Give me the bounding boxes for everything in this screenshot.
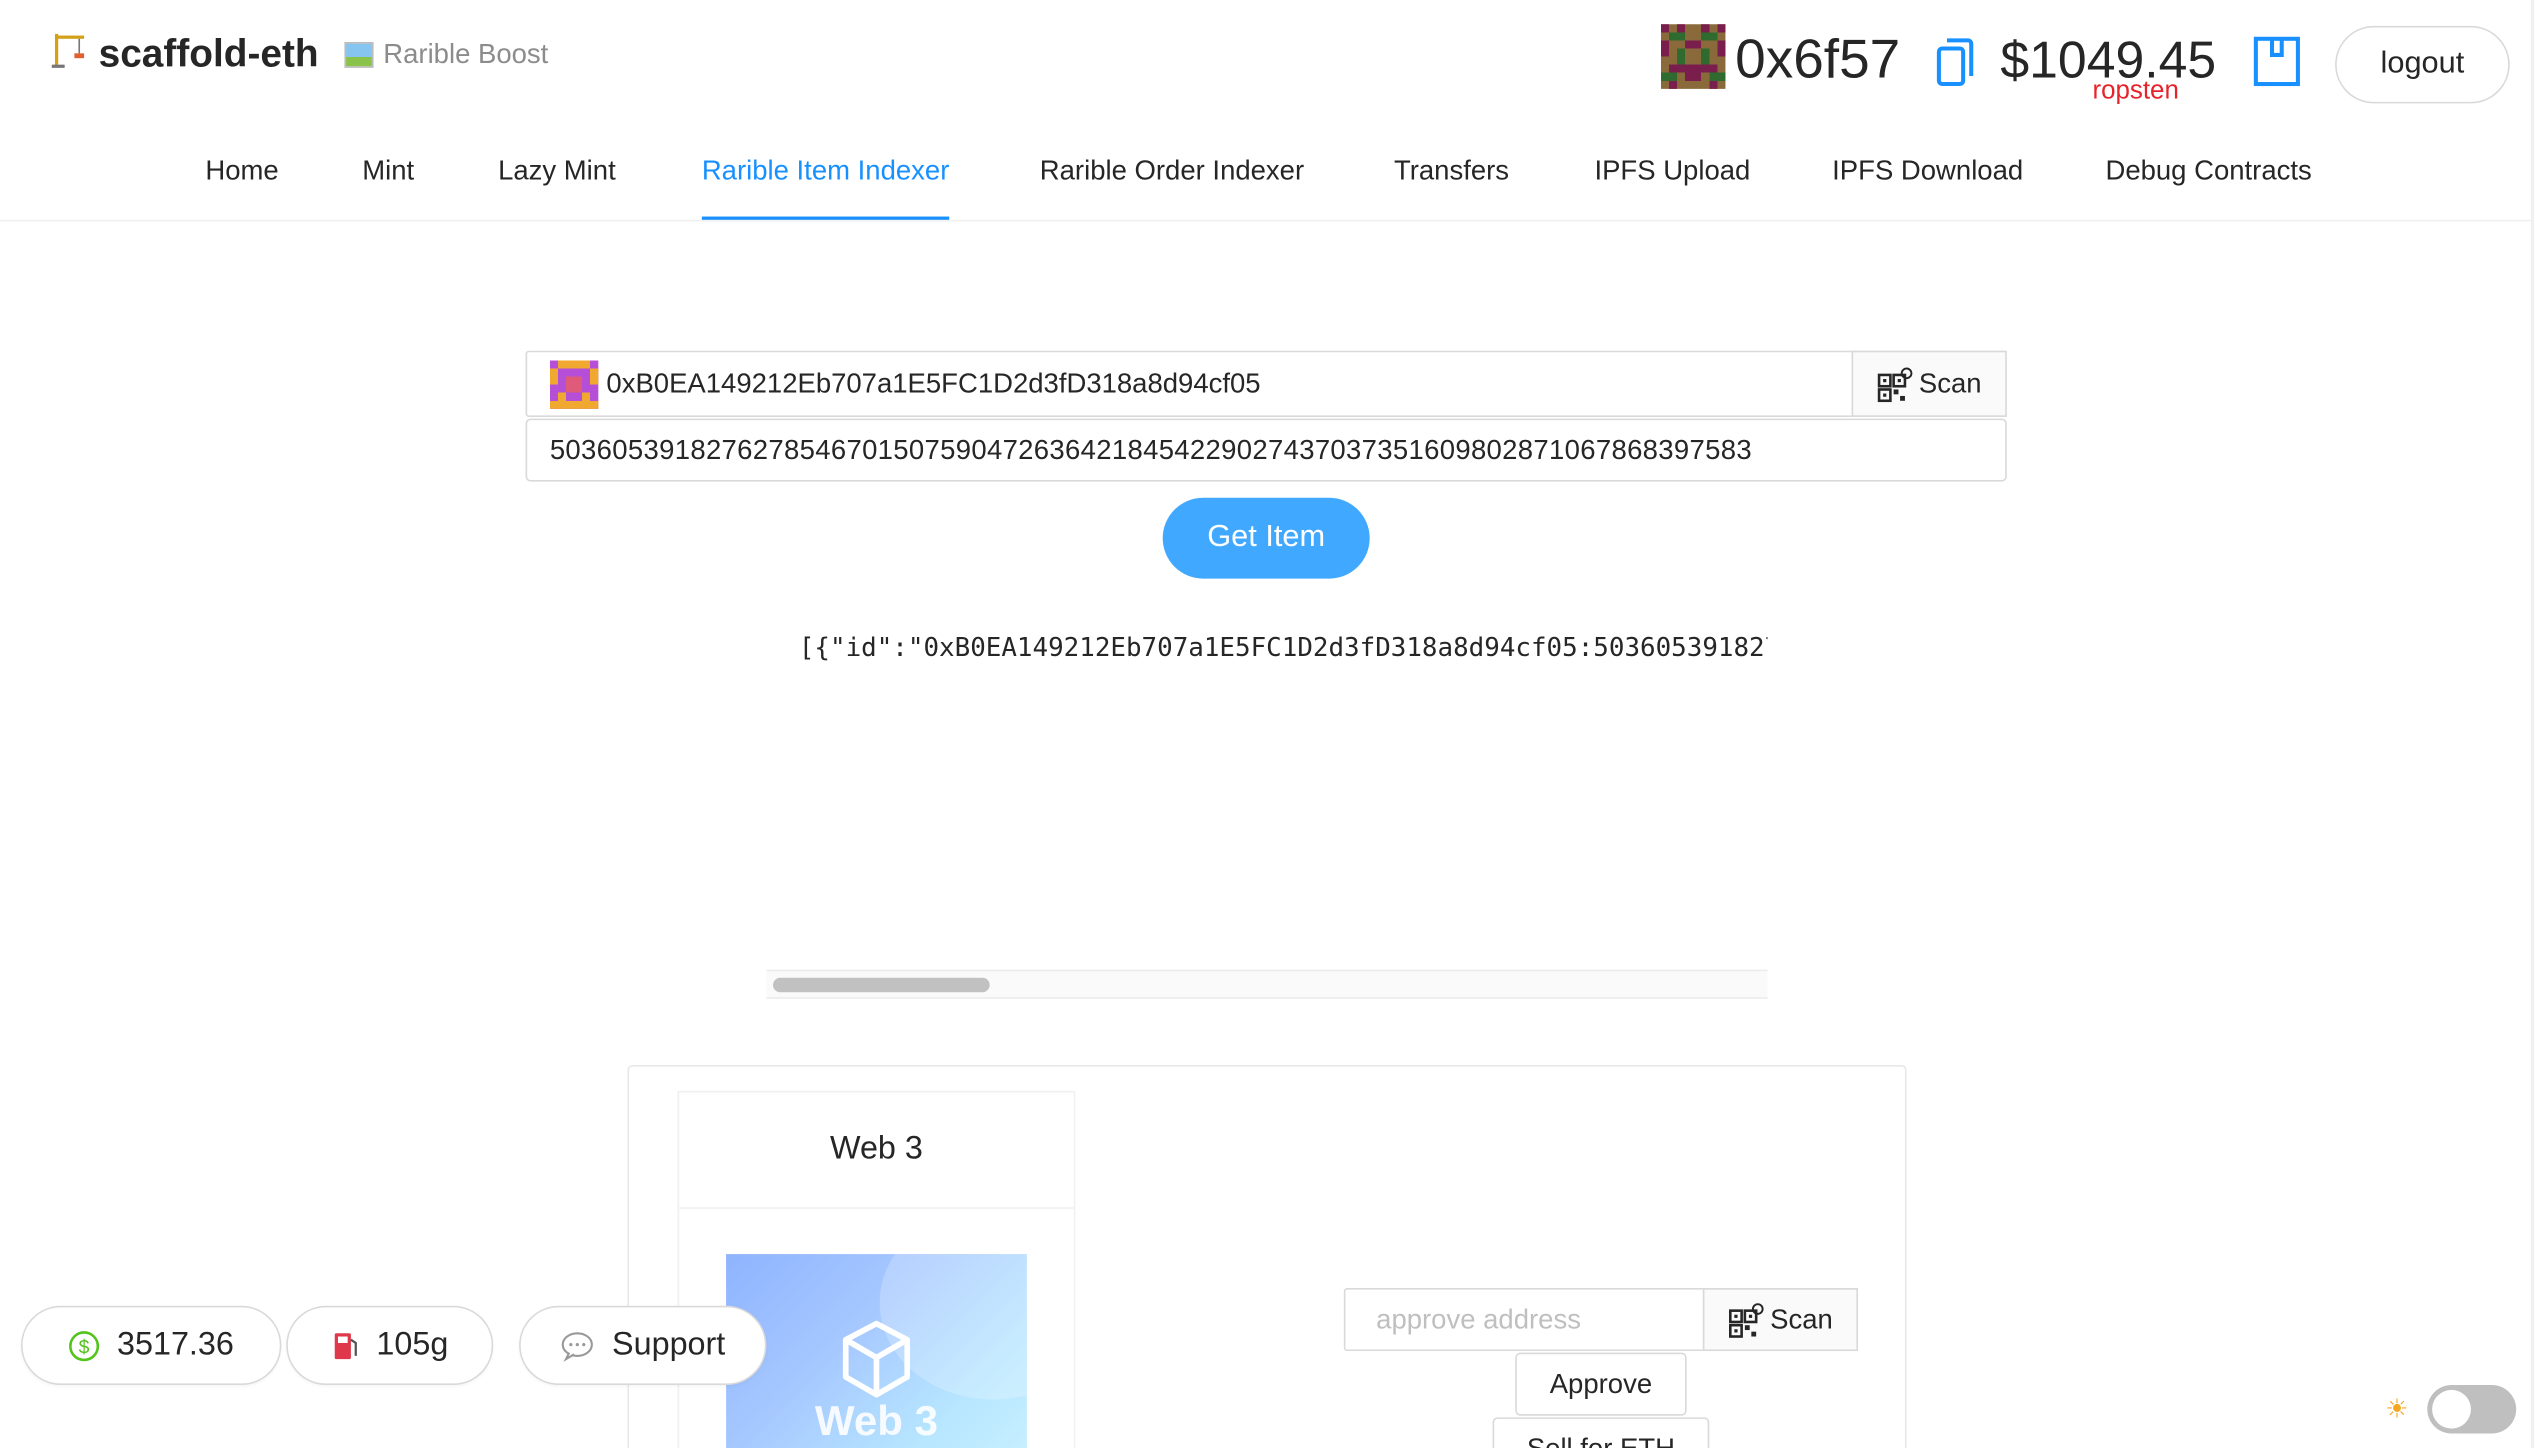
tab-rarible-order-indexer[interactable]: Rarible Order Indexer bbox=[1040, 136, 1304, 220]
sell-for-eth-button[interactable]: Sell for ETH bbox=[1492, 1417, 1710, 1448]
gas-price: 105g bbox=[376, 1326, 449, 1363]
qr-scan-icon bbox=[1728, 1302, 1764, 1337]
get-item-button[interactable]: Get Item bbox=[1162, 497, 1370, 579]
theme-toggle[interactable] bbox=[2427, 1384, 2517, 1434]
item-image: Web 3 bbox=[726, 1254, 1027, 1448]
address-blockie bbox=[549, 360, 599, 409]
tab-lazy-mint[interactable]: Lazy Mint bbox=[498, 136, 616, 220]
account-address[interactable]: 0x6f57 bbox=[1735, 24, 1900, 95]
copy-icon[interactable] bbox=[1934, 34, 1976, 89]
main-nav: Home Mint Lazy Mint Rarible Item Indexer… bbox=[0, 136, 2534, 222]
tab-home[interactable]: Home bbox=[205, 136, 278, 220]
app-subtitle: Rarible Boost bbox=[344, 39, 548, 71]
crane-icon bbox=[50, 31, 89, 79]
network-label: ropsten bbox=[2092, 77, 2179, 106]
approve-scan-label: Scan bbox=[1770, 1303, 1833, 1335]
wallet-icon[interactable] bbox=[2253, 36, 2302, 88]
tab-rarible-item-indexer[interactable]: Rarible Item Indexer bbox=[701, 136, 950, 220]
item-json-output: [{"id":"0xB0EA149212Eb707a1E5FC1D2d3fD31… bbox=[798, 631, 1768, 663]
item-card-title: Web 3 bbox=[679, 1092, 1074, 1209]
support-button[interactable]: Support bbox=[519, 1305, 767, 1385]
toggle-knob bbox=[2432, 1389, 2471, 1429]
app-subtitle-text: Rarible Boost bbox=[383, 38, 549, 70]
qr-scan-icon bbox=[1877, 366, 1912, 402]
scan-button[interactable]: Scan bbox=[1851, 350, 2007, 417]
brand[interactable]: scaffold-eth Rarible Boost bbox=[50, 32, 548, 77]
logout-button[interactable]: logout bbox=[2335, 25, 2510, 104]
app-title: scaffold-eth bbox=[98, 32, 319, 76]
tab-mint[interactable]: Mint bbox=[362, 136, 414, 220]
token-id-input[interactable]: 5036053918276278546701507590472636421845… bbox=[525, 418, 2007, 482]
speech-bubble-icon bbox=[560, 1329, 596, 1362]
scrollbar-thumb[interactable] bbox=[772, 977, 990, 993]
dollar-icon: $ bbox=[68, 1329, 100, 1361]
eth-price-button[interactable]: $ 3517.36 bbox=[21, 1305, 282, 1385]
tab-transfers[interactable]: Transfers bbox=[1394, 136, 1509, 220]
tab-ipfs-upload[interactable]: IPFS Upload bbox=[1594, 136, 1750, 220]
eth-price: 3517.36 bbox=[116, 1326, 234, 1363]
collection-address-value: 0xB0EA149212Eb707a1E5FC1D2d3fD318a8d94cf… bbox=[606, 368, 1261, 400]
collection-address-input[interactable]: 0xB0EA149212Eb707a1E5FC1D2d3fD318a8d94cf… bbox=[525, 350, 2007, 417]
approve-address-placeholder: approve address bbox=[1376, 1304, 1581, 1335]
approve-button[interactable]: Approve bbox=[1515, 1352, 1687, 1416]
support-label: Support bbox=[612, 1326, 726, 1363]
tab-ipfs-download[interactable]: IPFS Download bbox=[1832, 136, 2023, 220]
gas-price-button[interactable]: 105g bbox=[286, 1305, 494, 1385]
cube-icon bbox=[842, 1320, 911, 1398]
scan-label: Scan bbox=[1918, 367, 1982, 399]
account-avatar bbox=[1660, 24, 1726, 89]
approve-address-input[interactable]: approve address Scan bbox=[1343, 1288, 1859, 1352]
sun-icon: ☀ bbox=[2385, 1396, 2409, 1424]
item-image-label: Web 3 bbox=[814, 1396, 938, 1445]
svg-text:$: $ bbox=[79, 1336, 90, 1358]
approve-scan-button[interactable]: Scan bbox=[1702, 1288, 1859, 1352]
picture-icon bbox=[344, 42, 374, 68]
tab-debug-contracts[interactable]: Debug Contracts bbox=[2105, 136, 2311, 220]
fuel-pump-icon bbox=[331, 1329, 360, 1361]
horizontal-scrollbar[interactable] bbox=[766, 969, 1768, 999]
